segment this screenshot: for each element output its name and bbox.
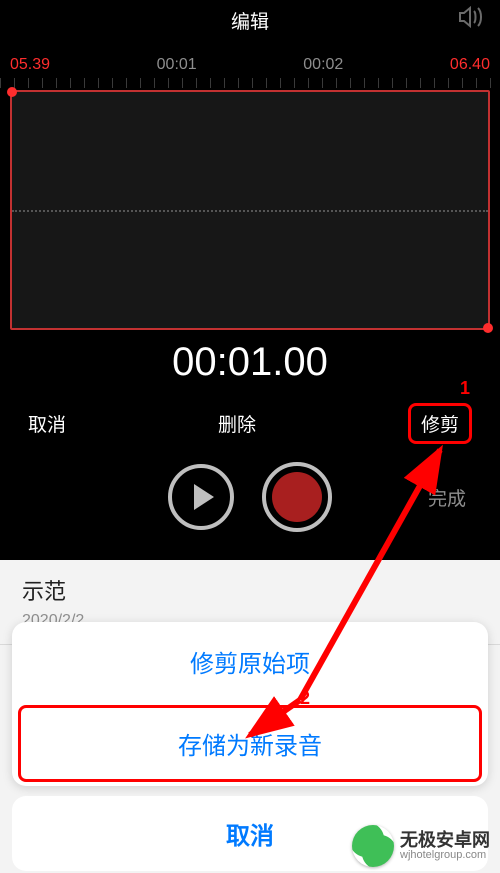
- axis-tick-label: 00:02: [303, 56, 343, 74]
- trim-button[interactable]: 修剪: [408, 403, 472, 444]
- delete-selection-button[interactable]: 删除: [218, 410, 256, 437]
- watermark: 无极安卓网 wjhotelgroup.com: [352, 825, 490, 867]
- watermark-domain: wjhotelgroup.com: [400, 849, 490, 861]
- editor-title: 编辑: [231, 7, 269, 40]
- record-icon: [272, 472, 322, 522]
- time-axis: 05.39 00:01 00:02 06.40: [0, 56, 500, 80]
- annotation-number-1: 1: [460, 378, 470, 399]
- axis-tick-label: 00:01: [157, 56, 197, 74]
- cancel-edit-button[interactable]: 取消: [28, 410, 66, 437]
- playback-controls: 完成: [0, 462, 500, 552]
- trim-original-option[interactable]: 修剪原始项: [12, 622, 488, 701]
- waveform-line: [12, 210, 488, 212]
- play-button[interactable]: [168, 464, 234, 530]
- recording-name: 示范: [22, 574, 478, 606]
- audio-editor-pane: 编辑 05.39 00:01 00:02 06.40 00:01.00: [0, 0, 500, 560]
- watermark-logo-icon: [352, 825, 394, 867]
- record-button[interactable]: [262, 462, 332, 532]
- save-as-new-option[interactable]: 存储为新录音: [21, 708, 479, 779]
- annotation-number-2: 2: [300, 688, 310, 709]
- trim-handle-left[interactable]: [7, 87, 17, 97]
- speaker-icon[interactable]: [458, 6, 484, 34]
- trim-start-time: 05.39: [10, 56, 50, 74]
- playback-time: 00:01.00: [0, 340, 500, 385]
- play-icon: [194, 484, 214, 510]
- trim-selection[interactable]: [10, 90, 490, 330]
- trim-handle-right[interactable]: [483, 323, 493, 333]
- axis-ticks: [0, 78, 500, 90]
- save-as-new-highlight: 存储为新录音: [18, 705, 482, 782]
- trim-end-time: 06.40: [450, 56, 490, 74]
- action-sheet: 修剪原始项 存储为新录音: [12, 622, 488, 786]
- waveform-timeline[interactable]: 05.39 00:01 00:02 06.40: [0, 40, 500, 330]
- editor-header: 编辑: [0, 0, 500, 40]
- edit-action-row: 取消 删除 修剪: [0, 385, 500, 462]
- done-button[interactable]: 完成: [428, 484, 466, 511]
- watermark-brand: 无极安卓网: [400, 831, 490, 849]
